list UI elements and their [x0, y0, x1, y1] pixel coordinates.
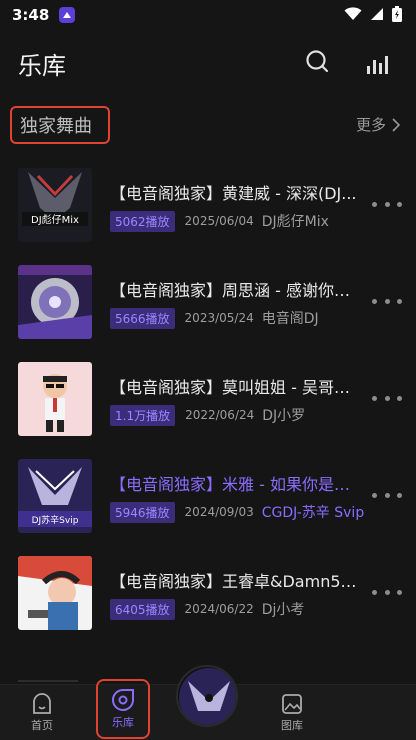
more-link[interactable]: 更多: [356, 114, 400, 135]
song-cover: [18, 362, 92, 436]
play-count-badge: 6405播放: [110, 598, 175, 620]
home-icon: [33, 693, 51, 714]
song-date: 2024/09/03: [184, 505, 254, 519]
song-title: 【电音阁独家】莫叫姐姐 - 吴哥窟...: [110, 378, 362, 397]
battery-icon: [392, 6, 402, 22]
song-artist: CGDJ-苏辛 Svip: [261, 505, 365, 521]
cover-text: DJ彪仔Mix: [31, 213, 79, 226]
tab-gallery-label: 图库: [281, 719, 303, 732]
song-row-playing[interactable]: DJ苏辛Svip 【电音阁独家】米雅 - 如果你是我... 5946播放 202…: [0, 459, 416, 556]
song-date: 2022/06/24: [185, 408, 255, 422]
song-cover: [18, 556, 92, 630]
song-title: 【电音阁独家】黄建威 - 深深(DJ...: [110, 184, 357, 203]
song-title: 【电音阁独家】周思涵 - 感谢你曾...: [110, 281, 362, 300]
status-icons: [344, 6, 402, 22]
song-meta: 5946播放 2024/09/03 CGDJ-苏辛 Svip: [110, 501, 364, 523]
app-header: 乐库: [0, 36, 416, 88]
tab-library[interactable]: 乐库: [96, 679, 150, 739]
play-count-badge: 5062播放: [110, 210, 175, 232]
bar-chart-icon: [367, 56, 388, 74]
ranking-button[interactable]: [364, 50, 392, 76]
song-artist: 电音阁DJ: [261, 311, 319, 327]
now-playing-disc[interactable]: [176, 665, 238, 727]
song-date: 2023/05/24: [184, 311, 254, 325]
song-meta: 1.1万播放 2022/06/24 DJ小罗: [110, 404, 305, 426]
more-options-button[interactable]: [372, 582, 402, 602]
song-artist: DJ彪仔Mix: [261, 214, 329, 230]
section-title: 独家舞曲: [10, 106, 110, 144]
section-header: 独家舞曲 更多: [10, 106, 406, 144]
disc-icon: [112, 689, 134, 711]
tab-library-label: 乐库: [112, 716, 134, 729]
tab-home[interactable]: 首页: [12, 685, 72, 740]
song-meta: 5062播放 2025/06/04 DJ彪仔Mix: [110, 210, 329, 232]
chevron-right-icon: [392, 117, 400, 132]
app-notification-icon: [59, 7, 76, 23]
song-cover: [18, 265, 92, 339]
play-count-badge: 1.1万播放: [110, 404, 176, 426]
song-row[interactable]: 【电音阁独家】莫叫姐姐 - 吴哥窟... 1.1万播放 2022/06/24 D…: [0, 362, 416, 459]
search-button[interactable]: [304, 48, 332, 76]
more-options-button[interactable]: [372, 485, 402, 505]
page-title: 乐库: [18, 52, 66, 80]
song-title: 【电音阁独家】王睿卓&Damn5z-...: [110, 572, 362, 591]
more-label: 更多: [355, 116, 386, 134]
song-row[interactable]: 【电音阁独家】王睿卓&Damn5z-... 6405播放 2024/06/22 …: [0, 556, 416, 653]
song-date: 2025/06/04: [184, 214, 254, 228]
song-row[interactable]: DJ彪仔Mix 【电音阁独家】黄建威 - 深深(DJ... 5062播放 202…: [0, 168, 416, 265]
bottom-tab-bar: 首页 乐库 图库: [0, 665, 416, 740]
more-options-button[interactable]: [372, 194, 402, 214]
signal-icon: [371, 8, 383, 20]
song-date: 2024/06/22: [184, 602, 254, 616]
song-cover: DJ苏辛Svip: [18, 459, 92, 533]
song-cover: DJ彪仔Mix: [18, 168, 92, 242]
cover-text: DJ苏辛Svip: [32, 514, 79, 526]
song-meta: 5666播放 2023/05/24 电音阁DJ: [110, 307, 319, 329]
tab-home-label: 首页: [31, 719, 53, 732]
song-artist: Dj小考: [261, 602, 305, 618]
tab-gallery[interactable]: 图库: [262, 685, 322, 740]
play-count-badge: 5666播放: [110, 307, 175, 329]
song-artist: DJ小罗: [262, 408, 306, 424]
song-row[interactable]: 【电音阁独家】周思涵 - 感谢你曾... 5666播放 2023/05/24 电…: [0, 265, 416, 362]
status-time: 3:48: [12, 6, 50, 24]
status-bar: 3:48: [0, 0, 416, 30]
more-options-button[interactable]: [372, 388, 402, 408]
more-options-button[interactable]: [372, 291, 402, 311]
song-title: 【电音阁独家】米雅 - 如果你是我...: [110, 475, 362, 494]
play-count-badge: 5946播放: [110, 501, 175, 523]
search-icon: [306, 50, 329, 73]
image-icon: [282, 694, 302, 714]
wifi-icon: [344, 7, 362, 20]
song-list: DJ彪仔Mix 【电音阁独家】黄建威 - 深深(DJ... 5062播放 202…: [0, 168, 416, 653]
song-meta: 6405播放 2024/06/22 Dj小考: [110, 598, 304, 620]
